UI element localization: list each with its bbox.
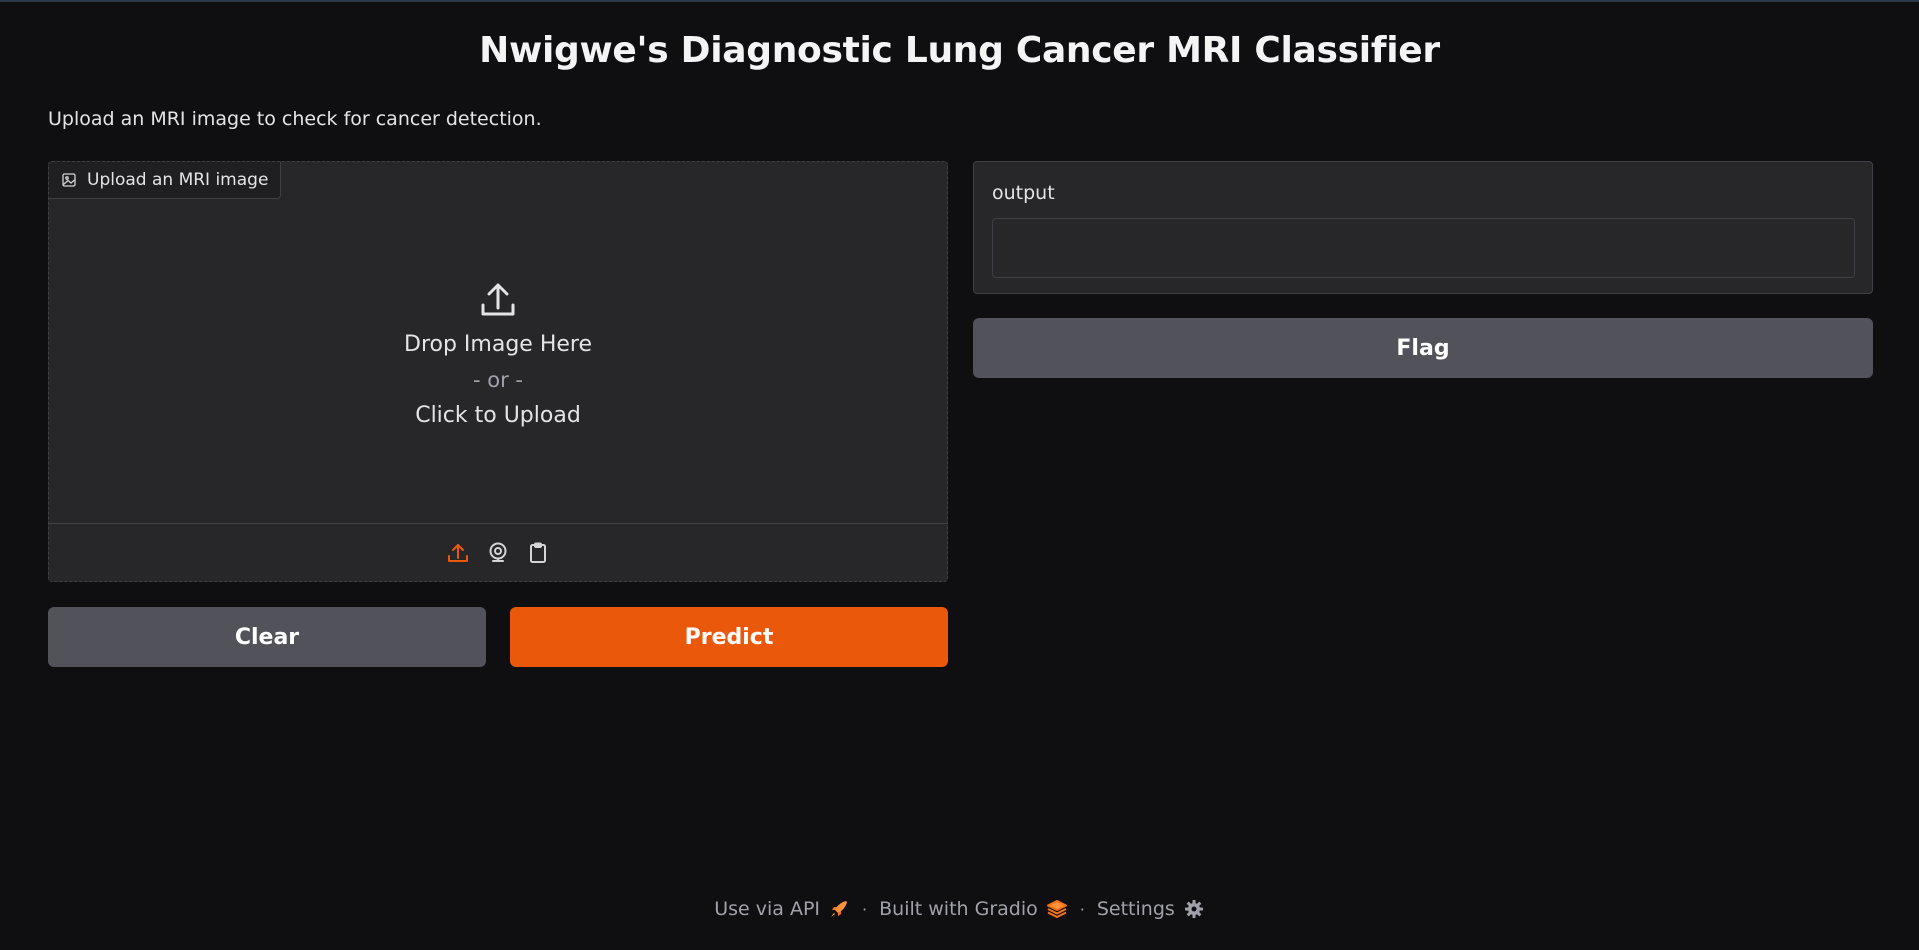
built-with-gradio-link[interactable]: Built with Gradio xyxy=(879,898,1068,920)
image-drop-zone[interactable]: Drop Image Here - or - Click to Upload xyxy=(49,162,947,523)
output-textbox[interactable] xyxy=(992,218,1855,278)
or-text: - or - xyxy=(473,367,523,392)
use-via-api-link[interactable]: Use via API xyxy=(714,898,850,920)
rocket-icon xyxy=(828,898,850,920)
source-selector xyxy=(49,523,947,582)
footer-separator: · xyxy=(1079,899,1085,919)
predict-button[interactable]: Predict xyxy=(510,607,948,667)
click-to-upload-text: Click to Upload xyxy=(415,402,581,428)
output-panel: output xyxy=(973,161,1873,294)
footer-separator: · xyxy=(862,899,868,919)
gradio-logo-icon xyxy=(1046,898,1068,920)
page-title: Nwigwe's Diagnostic Lung Cancer MRI Clas… xyxy=(479,30,1440,71)
image-upload-panel: Drop Image Here - or - Click to Upload U… xyxy=(48,161,948,582)
upload-label: Upload an MRI image xyxy=(49,162,282,199)
clipboard-icon[interactable] xyxy=(526,541,550,565)
output-label: output xyxy=(992,182,1055,204)
page-description: Upload an MRI image to check for cancer … xyxy=(48,108,542,130)
use-via-api-label: Use via API xyxy=(714,898,821,920)
upload-icon xyxy=(478,280,518,320)
built-with-gradio-label: Built with Gradio xyxy=(879,898,1038,920)
image-icon xyxy=(61,172,77,188)
gear-icon xyxy=(1183,898,1205,920)
webcam-icon[interactable] xyxy=(486,541,510,565)
upload-icon[interactable] xyxy=(446,541,470,565)
flag-button[interactable]: Flag xyxy=(973,318,1873,378)
clear-button[interactable]: Clear xyxy=(48,607,486,667)
upload-label-text: Upload an MRI image xyxy=(87,170,269,190)
settings-link[interactable]: Settings xyxy=(1097,898,1205,920)
footer: Use via API · Built with Gradio · Settin… xyxy=(0,898,1919,920)
drop-image-text: Drop Image Here xyxy=(404,331,592,357)
settings-label: Settings xyxy=(1096,898,1175,920)
